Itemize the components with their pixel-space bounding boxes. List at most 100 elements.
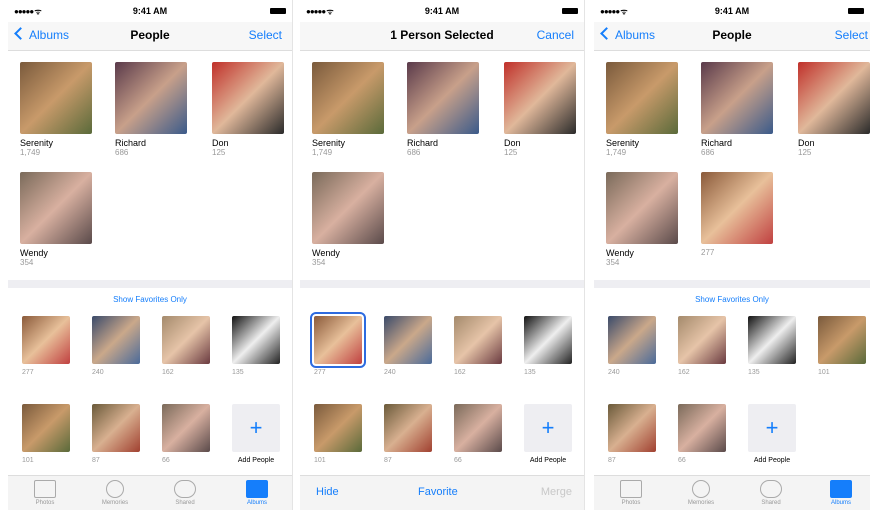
face-item[interactable]: 87 (608, 404, 656, 464)
status-bar: ●●●●● ᯤ 9:41 AM (600, 6, 864, 18)
face-item[interactable]: 240 (384, 316, 432, 376)
face-count: 277 (22, 369, 34, 376)
person-photo (798, 62, 870, 134)
face-count: 240 (608, 369, 620, 376)
person-photo (312, 172, 384, 244)
face-count: 101 (818, 369, 830, 376)
people-screen-1: ●●●●● ᯤ 9:41 AM Albums People Select Ser… (8, 0, 293, 510)
albums-icon (830, 480, 852, 498)
show-favorites-link[interactable]: Show Favorites Only (8, 295, 292, 304)
face-item[interactable]: 277 (22, 316, 70, 376)
person-photo (212, 62, 284, 134)
person-item[interactable]: Serenity 1,749 (20, 62, 92, 157)
person-item[interactable]: Wendy 354 (20, 172, 92, 267)
face-count: 135 (232, 369, 244, 376)
select-button[interactable]: Select (249, 28, 282, 42)
face-item[interactable]: 101 (22, 404, 70, 464)
person-item[interactable]: Richard 686 (115, 62, 187, 157)
tab-bar: Photos Memories Shared Albums (594, 475, 870, 510)
face-item[interactable]: 162 (162, 316, 210, 376)
add-people-label: Add People (237, 457, 275, 464)
merge-button[interactable]: Merge (541, 486, 572, 498)
section-divider (300, 280, 584, 288)
selection-toolbar: Hide Favorite Merge (300, 475, 584, 510)
favorite-button[interactable]: Favorite (418, 486, 458, 498)
face-item[interactable]: 66 (454, 404, 502, 464)
face-item[interactable]: 101 (818, 316, 866, 376)
face-photo (748, 316, 796, 364)
add-people-button[interactable]: + Add People (524, 404, 572, 464)
person-name: Richard (701, 138, 733, 148)
tab-label: Albums (830, 500, 851, 506)
battery-icon (848, 8, 864, 14)
battery-icon (562, 8, 578, 14)
person-count: 354 (606, 258, 620, 267)
face-photo (92, 316, 140, 364)
face-photo (384, 316, 432, 364)
face-item[interactable]: 162 (678, 316, 726, 376)
face-photo (454, 316, 502, 364)
person-name: Serenity (312, 138, 346, 148)
person-item[interactable]: Wendy 354 (606, 172, 678, 267)
person-photo (606, 172, 678, 244)
person-name: Wendy (20, 248, 48, 258)
tab-photos[interactable]: Photos (20, 480, 70, 506)
person-count: 686 (115, 148, 129, 157)
person-name: Wendy (606, 248, 634, 258)
select-button[interactable]: Select (835, 28, 868, 42)
face-item[interactable]: 240 (92, 316, 140, 376)
face-count: 66 (162, 457, 170, 464)
add-people-button[interactable]: + Add People (232, 404, 280, 464)
person-photo (504, 62, 576, 134)
person-item[interactable]: Richard 686 (407, 62, 479, 157)
face-item[interactable]: 240 (608, 316, 656, 376)
tab-label: Memories (687, 500, 715, 506)
face-item[interactable]: 101 (314, 404, 362, 464)
person-item[interactable]: Don 125 (504, 62, 576, 157)
person-item[interactable]: Serenity 1,749 (312, 62, 384, 157)
face-count: 162 (678, 369, 690, 376)
face-item[interactable]: 162 (454, 316, 502, 376)
tab-albums[interactable]: Albums (816, 480, 866, 506)
person-count: 277 (701, 248, 715, 257)
tab-memories[interactable]: Memories (676, 480, 726, 506)
cancel-button[interactable]: Cancel (537, 28, 574, 42)
person-item[interactable]: Don 125 (212, 62, 284, 157)
hide-button[interactable]: Hide (316, 486, 339, 498)
face-photo (678, 316, 726, 364)
face-item[interactable]: 66 (678, 404, 726, 464)
person-item[interactable]: Wendy 354 (312, 172, 384, 267)
tab-shared[interactable]: Shared (160, 480, 210, 506)
battery-icon (270, 8, 286, 14)
tab-photos[interactable]: Photos (606, 480, 656, 506)
tab-shared[interactable]: Shared (746, 480, 796, 506)
face-photo (92, 404, 140, 452)
face-item-selected[interactable]: 277 (310, 312, 366, 376)
face-photo (608, 404, 656, 452)
face-item[interactable]: 135 (524, 316, 572, 376)
navigation-bar: 1 Person Selected Cancel (300, 22, 584, 51)
section-divider (594, 280, 870, 288)
face-item[interactable]: 135 (232, 316, 280, 376)
person-item[interactable]: Serenity 1,749 (606, 62, 678, 157)
add-people-button[interactable]: + Add People (748, 404, 796, 464)
tab-albums[interactable]: Albums (232, 480, 282, 506)
person-photo (312, 62, 384, 134)
person-item[interactable]: Richard 686 (701, 62, 773, 157)
person-name: Wendy (312, 248, 340, 258)
tab-memories[interactable]: Memories (90, 480, 140, 506)
face-item[interactable]: 87 (384, 404, 432, 464)
face-photo (454, 404, 502, 452)
person-count: 686 (701, 148, 715, 157)
face-item[interactable]: 66 (162, 404, 210, 464)
person-photo (20, 62, 92, 134)
memories-icon (106, 480, 124, 498)
face-item[interactable]: 87 (92, 404, 140, 464)
show-favorites-link[interactable]: Show Favorites Only (594, 295, 870, 304)
person-item[interactable]: Don 125 (798, 62, 870, 157)
person-item[interactable]: 277 (701, 172, 773, 257)
tab-label: Photos (35, 500, 55, 506)
face-item[interactable]: 135 (748, 316, 796, 376)
tab-label: Shared (175, 500, 195, 506)
person-name: Richard (407, 138, 439, 148)
